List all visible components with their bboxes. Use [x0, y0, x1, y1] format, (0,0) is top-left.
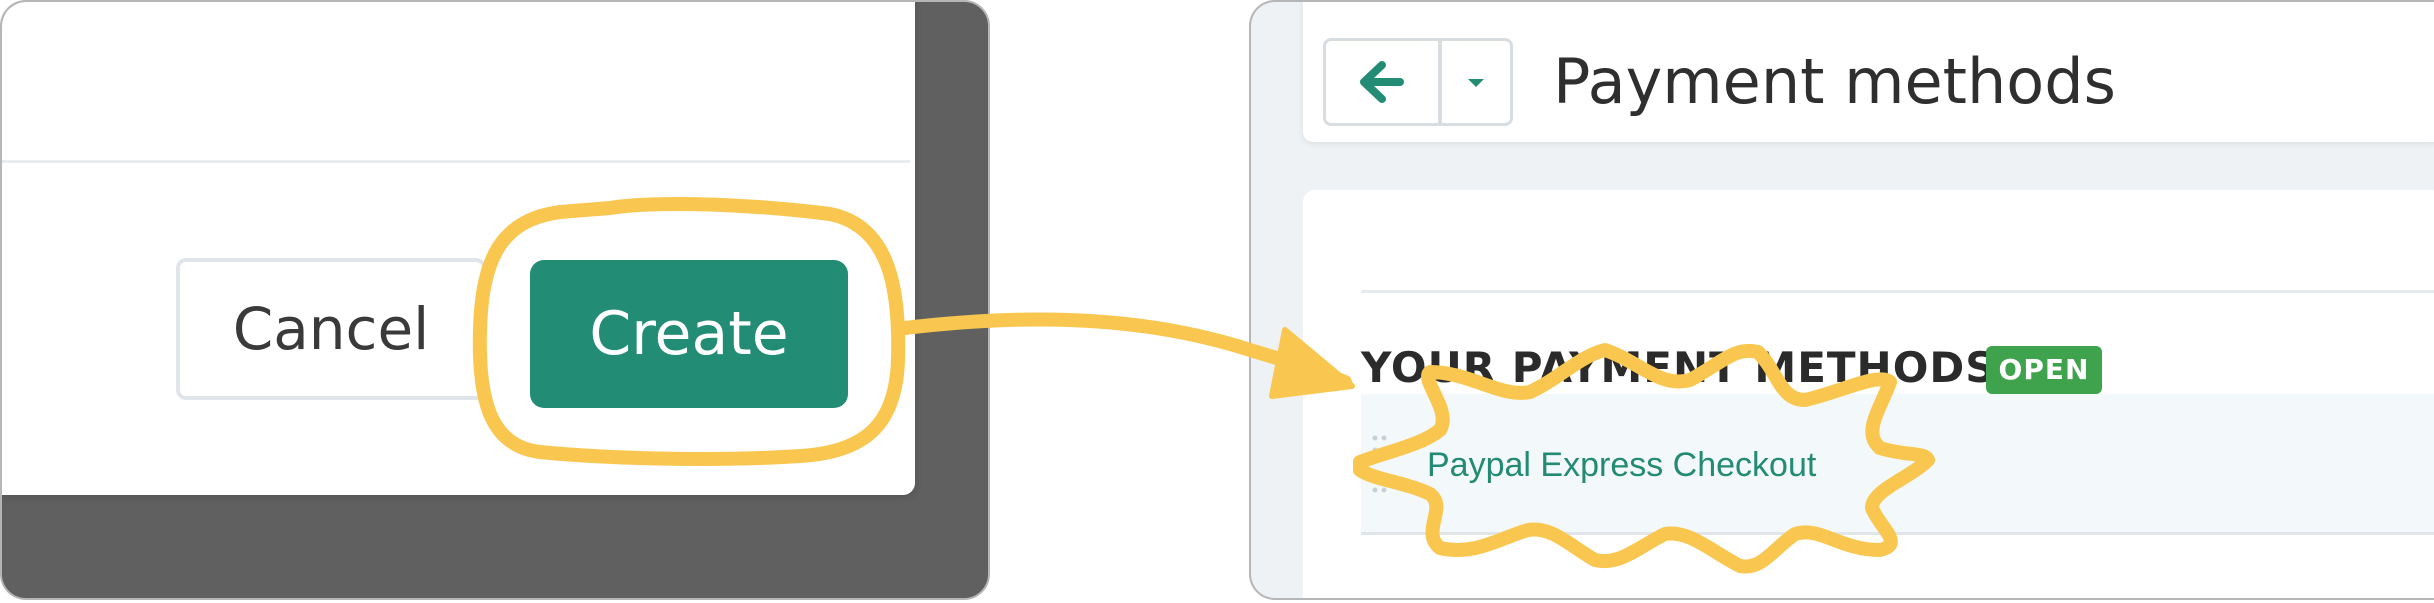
status-badge: OPEN [1986, 346, 2102, 394]
page-title: Payment methods [1553, 45, 2116, 118]
cancel-button[interactable]: Cancel [176, 258, 486, 400]
arrow-left-icon [1360, 61, 1404, 103]
options-dropdown-button[interactable] [1439, 38, 1513, 126]
caret-down-icon [1468, 79, 1484, 87]
modal-divider [2, 160, 910, 163]
drag-handle-icon[interactable] [1371, 430, 1389, 498]
card-divider [1361, 290, 2434, 293]
payment-method-link[interactable]: Paypal Express Checkout [1427, 443, 1816, 487]
modal-screenshot-panel: Cancel Create [0, 0, 990, 600]
create-button[interactable]: Create [530, 260, 848, 408]
payment-methods-screenshot-panel: Payment methods YOUR PAYMENT METHODS OPE… [1249, 0, 2434, 600]
back-button[interactable] [1323, 38, 1441, 126]
section-title: YOUR PAYMENT METHODS [1361, 343, 1997, 392]
modal-dialog: Cancel Create [2, 2, 915, 495]
